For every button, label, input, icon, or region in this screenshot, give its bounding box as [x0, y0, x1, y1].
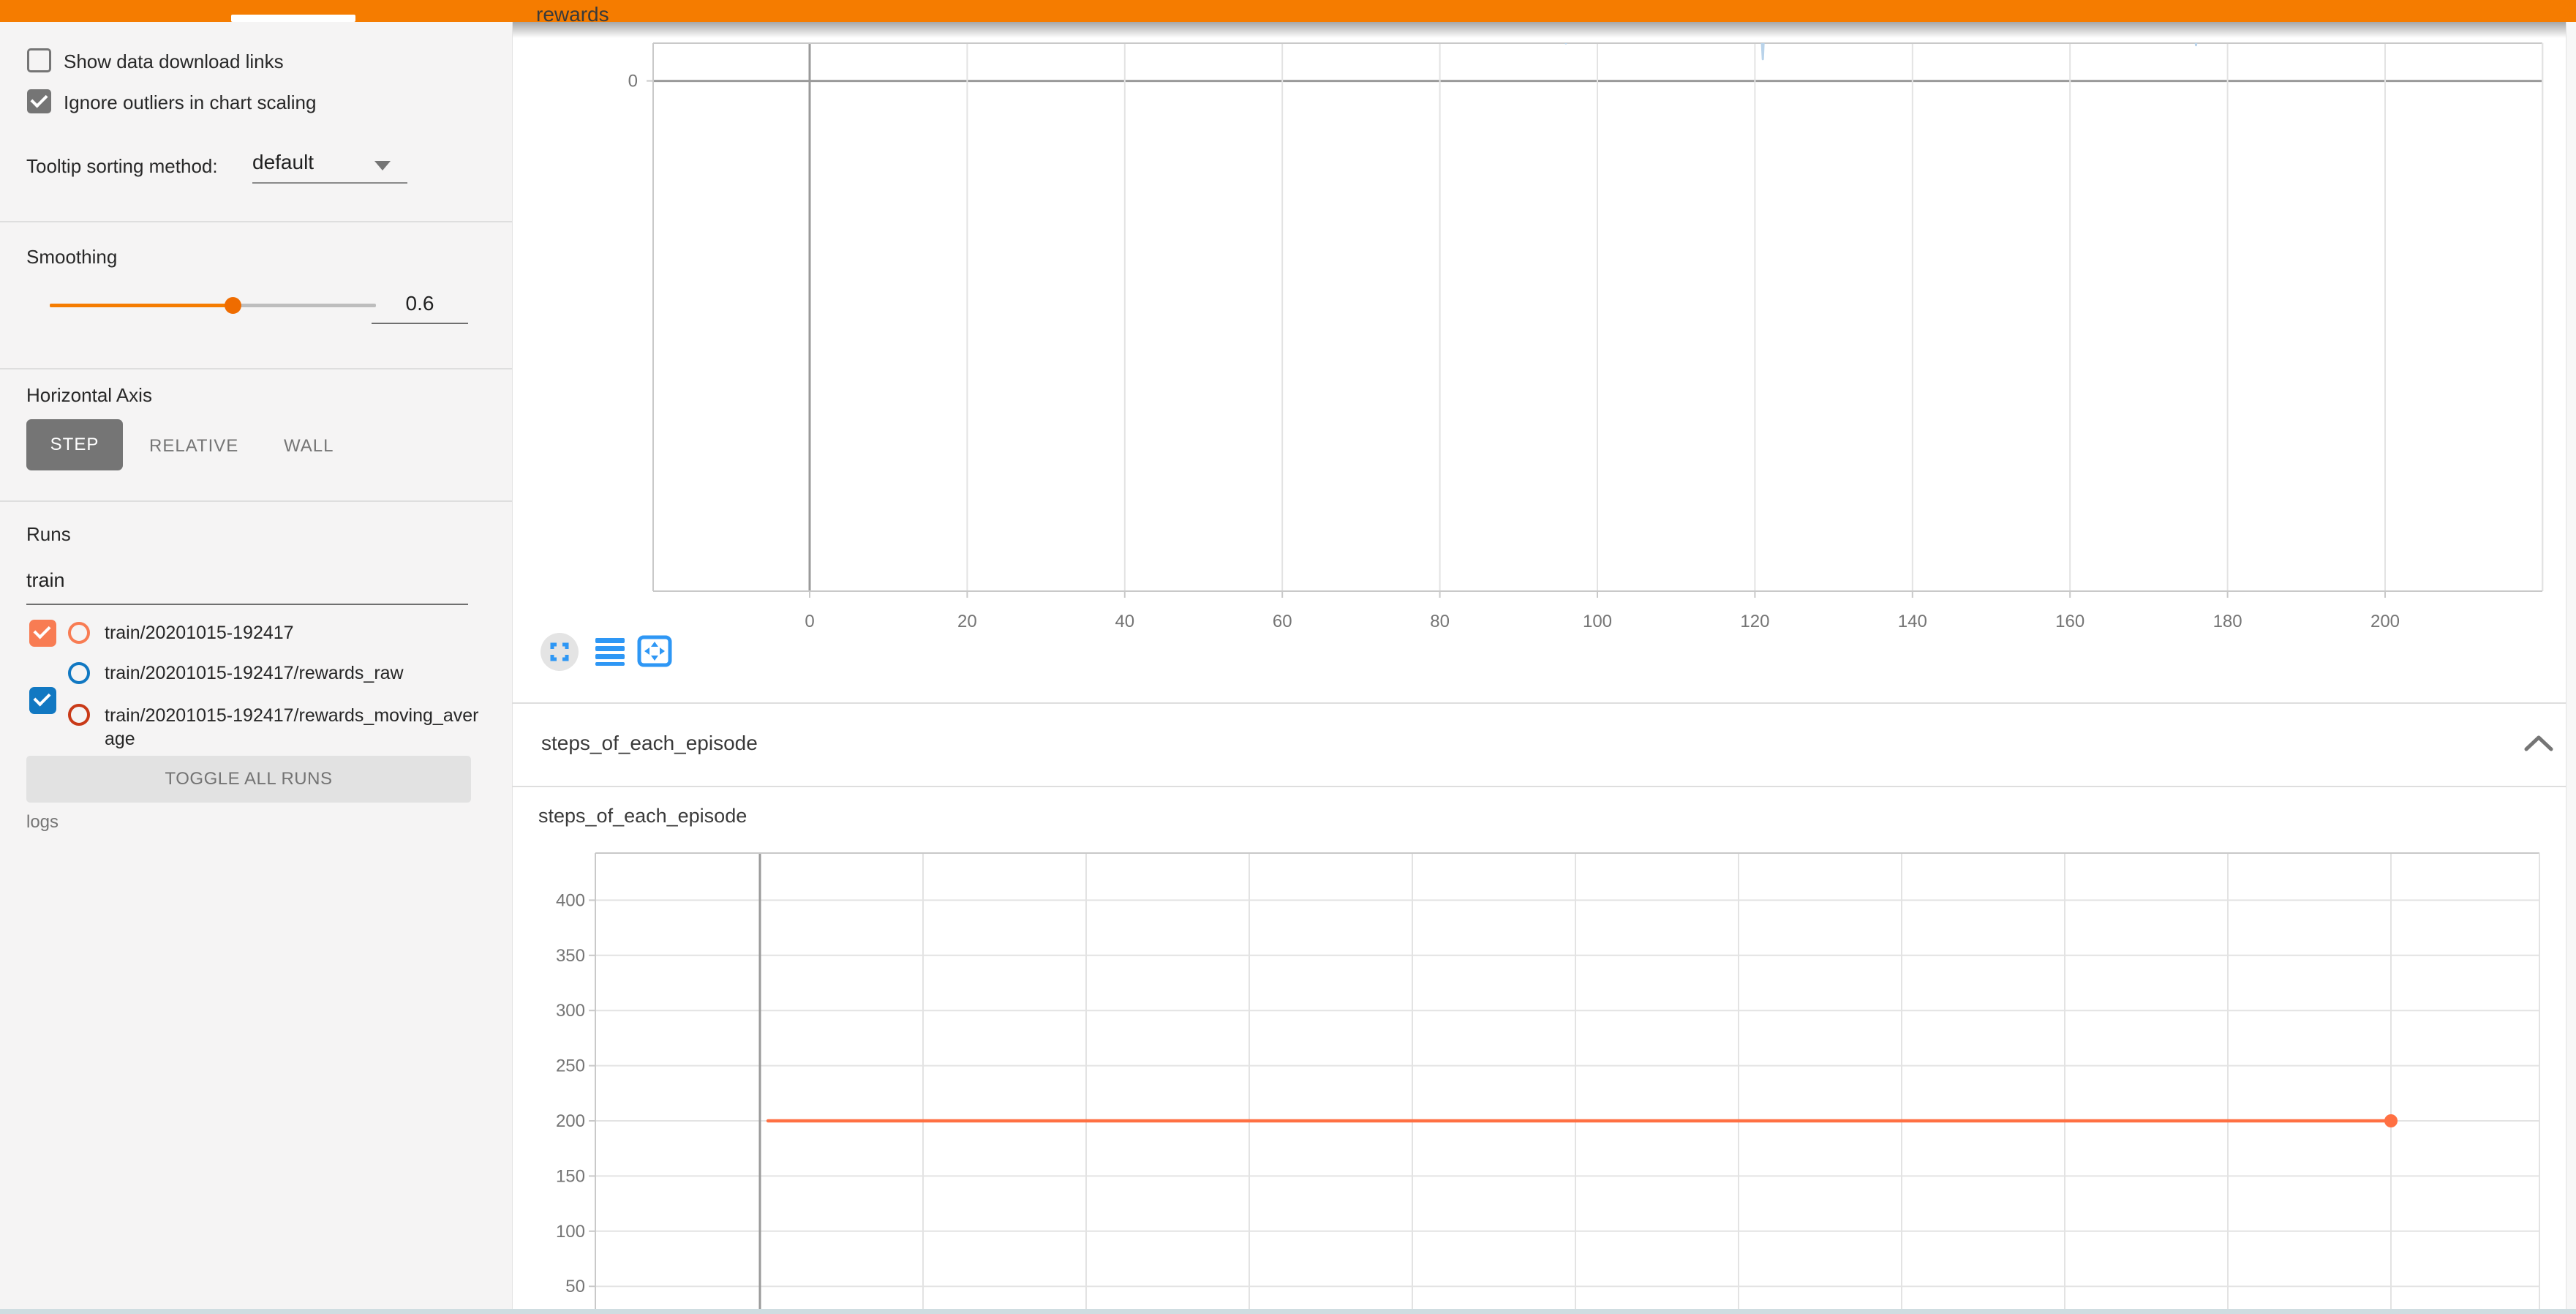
section-title: steps_of_each_episode — [541, 732, 758, 755]
smoothing-slider-fill — [50, 304, 233, 307]
data-series-icon[interactable] — [594, 635, 626, 670]
check-icon — [33, 621, 50, 639]
check-icon — [33, 688, 50, 706]
tooltip-sorting-label: Tooltip sorting method: — [26, 155, 218, 178]
svg-text:100: 100 — [556, 1222, 585, 1242]
run-label-0[interactable]: train/20201015-192417 — [105, 623, 294, 644]
run-radio-0[interactable] — [68, 622, 90, 644]
check-icon — [30, 90, 48, 108]
axis-wall-button[interactable]: WALL — [284, 436, 334, 457]
chevron-up-icon[interactable] — [2520, 729, 2557, 758]
active-tab-indicator — [231, 15, 355, 22]
smoothing-label: Smoothing — [26, 246, 117, 269]
chevron-down-icon[interactable] — [374, 161, 391, 170]
logs-label: logs — [26, 812, 59, 833]
svg-text:150: 150 — [556, 1166, 585, 1186]
ignore-outliers-label: Ignore outliers in chart scaling — [64, 91, 316, 114]
svg-text:50: 50 — [565, 1277, 585, 1296]
vertical-scrollbar[interactable] — [2566, 22, 2576, 1314]
runs-label: Runs — [26, 523, 71, 546]
smoothing-input-underline — [372, 323, 468, 324]
svg-text:250: 250 — [556, 1056, 585, 1076]
svg-text:200: 200 — [556, 1111, 585, 1131]
run-radio-1[interactable] — [68, 662, 90, 684]
horizontal-axis-label: Horizontal Axis — [26, 384, 152, 407]
fit-domain-icon[interactable] — [637, 635, 672, 667]
run-filter-underline — [26, 604, 468, 605]
svg-text:140: 140 — [1898, 612, 1927, 631]
svg-text:0: 0 — [805, 612, 814, 631]
section-divider — [512, 702, 2576, 704]
tensorboard-app: Show data download links Ignore outliers… — [0, 0, 2576, 1314]
axis-relative-button[interactable]: RELATIVE — [149, 436, 238, 457]
run-checkbox-1[interactable] — [29, 687, 56, 714]
divider — [0, 221, 512, 222]
run-checkbox-0[interactable] — [29, 620, 56, 647]
svg-text:160: 160 — [2055, 612, 2084, 631]
axis-step-button[interactable]: STEP — [26, 419, 123, 470]
smoothing-slider-knob[interactable] — [225, 297, 241, 314]
bottom-edge-strip — [0, 1309, 2576, 1314]
run-label-1[interactable]: train/20201015-192417/rewards_raw — [105, 663, 404, 684]
smoothing-value-input[interactable]: 0.6 — [372, 292, 468, 315]
show-data-download-links-label: Show data download links — [64, 50, 284, 73]
svg-text:40: 40 — [1115, 612, 1134, 631]
svg-text:300: 300 — [556, 1001, 585, 1021]
ignore-outliers-checkbox[interactable] — [27, 89, 51, 113]
svg-text:0: 0 — [628, 72, 638, 91]
rewards-line-chart[interactable]: 0 0 20 40 60 80 100 120 140 160 180 200 — [512, 0, 2576, 702]
run-label-2[interactable]: train/20201015-192417/rewards_moving_ave… — [105, 704, 479, 751]
svg-text:120: 120 — [1740, 612, 1769, 631]
svg-text:20: 20 — [957, 612, 977, 631]
toggle-all-runs-button[interactable]: TOGGLE ALL RUNS — [26, 756, 471, 803]
divider — [0, 500, 512, 502]
run-radio-2[interactable] — [68, 704, 90, 726]
divider — [0, 368, 512, 369]
svg-text:200: 200 — [2370, 612, 2400, 631]
show-data-download-links-checkbox[interactable] — [27, 48, 51, 72]
run-filter-input[interactable]: train — [26, 569, 65, 592]
dropdown-underline — [252, 182, 407, 184]
svg-text:100: 100 — [1583, 612, 1612, 631]
expand-chart-icon[interactable] — [538, 630, 584, 677]
svg-text:350: 350 — [556, 946, 585, 966]
svg-text:400: 400 — [556, 890, 585, 910]
svg-text:60: 60 — [1273, 612, 1292, 631]
tooltip-sorting-dropdown[interactable]: default — [252, 151, 314, 174]
svg-text:180: 180 — [2213, 612, 2242, 631]
steps-line-chart[interactable]: 400 350 300 250 200 150 100 50 — [512, 768, 2576, 1314]
svg-text:80: 80 — [1430, 612, 1450, 631]
